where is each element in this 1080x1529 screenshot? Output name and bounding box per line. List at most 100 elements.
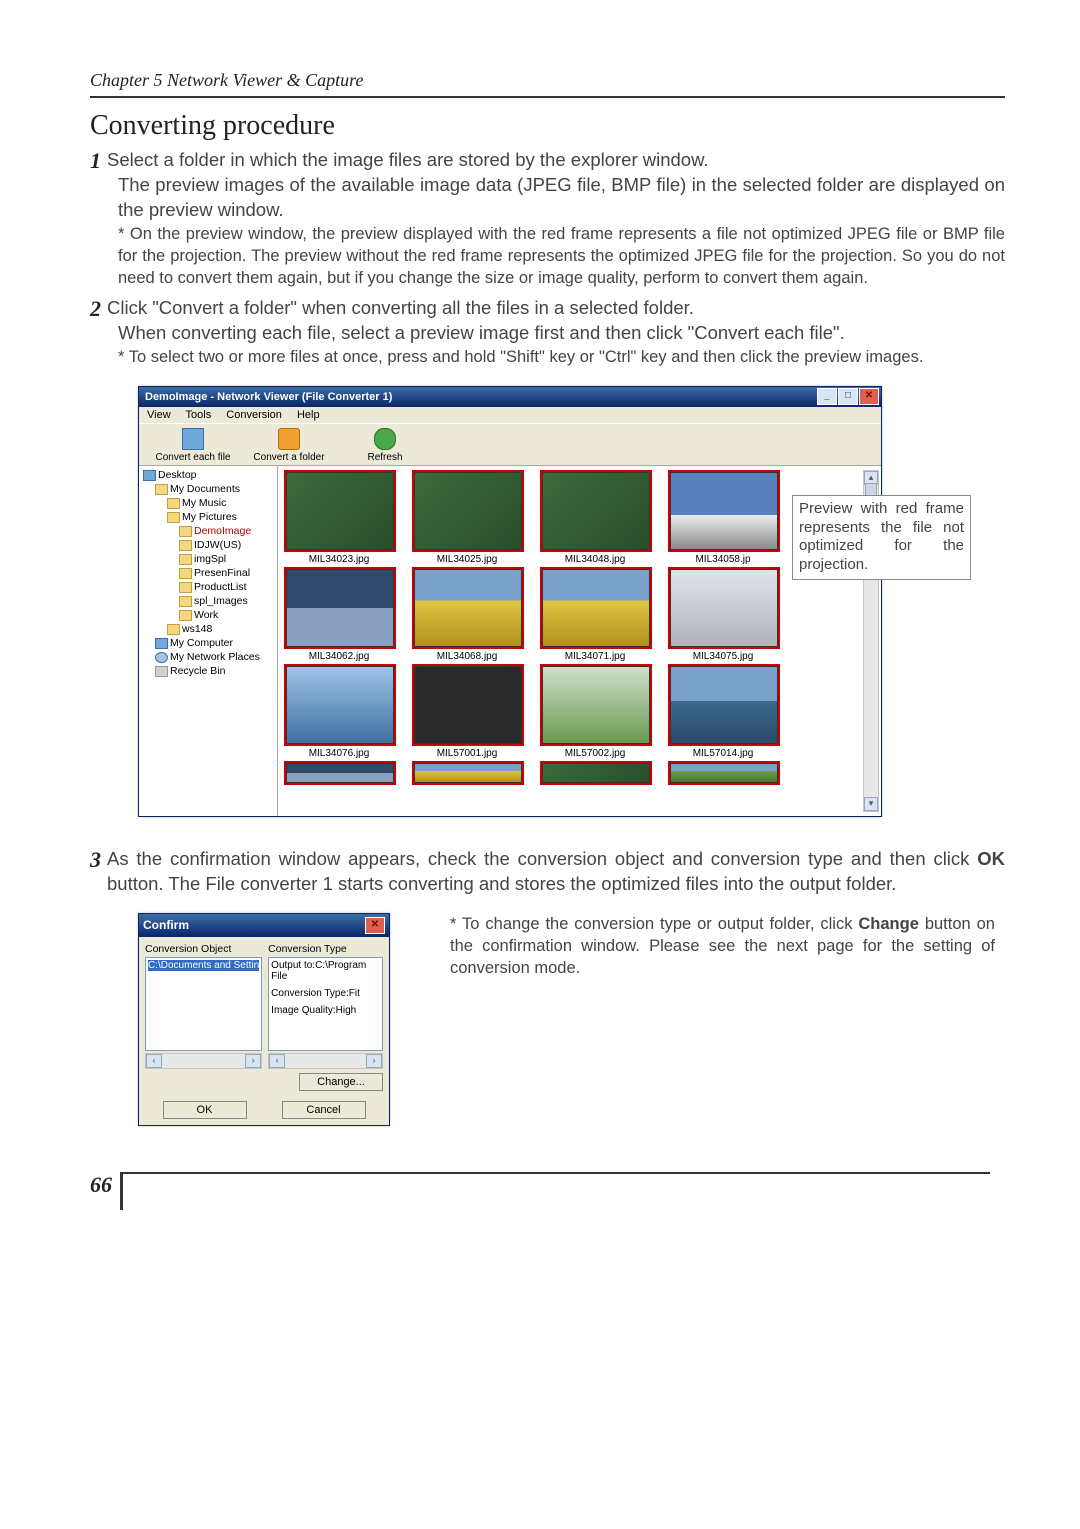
type-hscroll[interactable]: ‹› <box>268 1053 383 1069</box>
thumb-cut-3[interactable] <box>542 763 648 787</box>
tree-node[interactable]: Recycle Bin <box>139 664 277 678</box>
scroll-down-button[interactable]: ▾ <box>864 797 878 811</box>
thumbnail-panel[interactable]: MIL34023.jpgMIL34025.jpgMIL34048.jpgMIL3… <box>278 466 881 816</box>
conversion-object-value: C:\Documents and Settin <box>148 960 259 971</box>
thumb-row: MIL34062.jpgMIL34068.jpg MIL34071.jpg MIL3… <box>286 569 873 662</box>
thumbnail[interactable]: MIL57002.jpg <box>542 666 648 759</box>
tree-node[interactable]: imgSpl <box>139 552 277 566</box>
confirm-region: Confirm ✕ Conversion Object C:\Documents… <box>90 913 1005 1126</box>
tree-node[interactable]: spl_Images <box>139 594 277 608</box>
thumbnail-image <box>414 569 522 647</box>
step-1-note: * On the preview window, the preview dis… <box>118 223 1005 290</box>
tree-node[interactable]: Work <box>139 608 277 622</box>
obj-hscroll[interactable]: ‹› <box>145 1053 262 1069</box>
thumbnail[interactable]: MIL34076.jpg <box>286 666 392 759</box>
tool-refresh[interactable]: Refresh <box>337 428 433 463</box>
thumbnail-filename: MIL34071.jpg <box>542 651 648 662</box>
tree-node[interactable]: My Music <box>139 496 277 510</box>
thumb-cut-2[interactable] <box>414 763 520 787</box>
tree-node[interactable]: DemoImage <box>139 524 277 538</box>
ok-bold: OK <box>977 848 1005 869</box>
thumbnail-image <box>542 472 650 550</box>
tree-node-label: My Music <box>182 497 226 509</box>
type-conv: Conversion Type:Fit <box>271 988 380 999</box>
tree-node-label: PresenFinal <box>194 567 250 579</box>
step-3-number: 3 <box>90 849 101 871</box>
page-number-region: 66 <box>90 1172 1005 1198</box>
confirm-titlebar[interactable]: Confirm ✕ <box>139 914 389 937</box>
cancel-button[interactable]: Cancel <box>282 1101 366 1119</box>
conversion-object-box[interactable]: C:\Documents and Settin <box>145 957 262 1051</box>
convert-a-folder-icon <box>278 428 300 450</box>
thumbnail[interactable]: MIL57014.jpg <box>670 666 776 759</box>
tree-node[interactable]: My Documents <box>139 482 277 496</box>
type-output: Output to:C:\Program File <box>271 960 380 982</box>
tree-node[interactable]: PresenFinal <box>139 566 277 580</box>
tool-label: Convert a folder <box>241 452 337 463</box>
step-1-number: 1 <box>90 150 101 172</box>
tree-node[interactable]: ProductList <box>139 580 277 594</box>
tool-convert-a-folder[interactable]: Convert a folder <box>241 428 337 463</box>
tree-node-label: imgSpl <box>194 553 226 565</box>
thumbnail[interactable]: MIL34025.jpg <box>414 472 520 565</box>
thumbnail-filename: MIL34075.jpg <box>670 651 776 662</box>
tool-convert-each-file[interactable]: Convert each file <box>145 428 241 463</box>
folder-tree[interactable]: DesktopMy DocumentsMy MusicMy PicturesDe… <box>139 466 278 816</box>
menu-tools[interactable]: Tools <box>186 409 212 421</box>
tree-node[interactable]: Desktop <box>139 468 277 482</box>
thumb-cut-4[interactable] <box>670 763 776 787</box>
change-bold: Change <box>858 915 919 933</box>
minimize-button[interactable]: _ <box>817 388 837 405</box>
thumbnail[interactable]: MIL34071.jpg <box>542 569 648 662</box>
menu-help[interactable]: Help <box>297 409 320 421</box>
thumbnail-filename: MIL34058.jp <box>670 554 776 565</box>
step-2-number: 2 <box>90 298 101 320</box>
conversion-type-label: Conversion Type <box>268 943 383 955</box>
thumbnail[interactable]: MIL34048.jpg <box>542 472 648 565</box>
confirm-dialog: Confirm ✕ Conversion Object C:\Documents… <box>138 913 390 1126</box>
ok-button[interactable]: OK <box>163 1101 247 1119</box>
thumbnail[interactable]: MIL34075.jpg <box>670 569 776 662</box>
conversion-type-box[interactable]: Output to:C:\Program File Conversion Typ… <box>268 957 383 1051</box>
titlebar[interactable]: DemoImage - Network Viewer (File Convert… <box>139 387 881 407</box>
close-button[interactable]: ✕ <box>859 388 879 405</box>
computer-icon <box>143 470 156 481</box>
thumbnail[interactable]: MIL34058.jp <box>670 472 776 565</box>
tree-node[interactable]: My Network Places <box>139 650 277 664</box>
thumb-cut-1[interactable] <box>286 763 392 787</box>
thumb-row-cut <box>286 763 873 787</box>
folder-icon <box>179 540 192 551</box>
section-title: Converting procedure <box>90 110 1005 142</box>
tree-node[interactable]: My Pictures <box>139 510 277 524</box>
step-2-intro: Click "Convert a folder" when converting… <box>107 296 1005 321</box>
step-1: 1 Select a folder in which the image fil… <box>90 148 1005 173</box>
step-3-note-pre: * To change the conversion type or outpu… <box>450 915 858 933</box>
step-2-note: * To select two or more files at once, p… <box>118 346 1005 368</box>
tree-node[interactable]: IDJW(US) <box>139 538 277 552</box>
thumbnail[interactable]: MIL34062.jpg <box>286 569 392 662</box>
tree-node-label: IDJW(US) <box>194 539 241 551</box>
confirm-title-text: Confirm <box>143 918 189 932</box>
page-number: 66 <box>90 1172 112 1197</box>
thumbnail-filename: MIL57001.jpg <box>414 748 520 759</box>
thumbnail-filename: MIL34025.jpg <box>414 554 520 565</box>
menu-view[interactable]: View <box>147 409 171 421</box>
step-3-note: * To change the conversion type or outpu… <box>450 913 995 980</box>
folder-icon <box>179 568 192 579</box>
thumbnail[interactable]: MIL57001.jpg <box>414 666 520 759</box>
thumbnail-image <box>286 666 394 744</box>
thumbnail[interactable]: MIL34023.jpg <box>286 472 392 565</box>
thumbnail[interactable]: MIL34068.jpg <box>414 569 520 662</box>
tool-label: Refresh <box>337 452 433 463</box>
menu-conversion[interactable]: Conversion <box>226 409 282 421</box>
change-button[interactable]: Change... <box>299 1073 383 1091</box>
thumb-row: MIL34023.jpg MIL34025.jpg MIL34048.jpg MIL3… <box>286 472 873 565</box>
tree-node[interactable]: My Computer <box>139 636 277 650</box>
maximize-button[interactable]: □ <box>838 388 858 405</box>
type-qual: Image Quality:High <box>271 1005 380 1016</box>
convert-each-file-icon <box>182 428 204 450</box>
tree-node[interactable]: ws148 <box>139 622 277 636</box>
thumbnail-image <box>670 666 778 744</box>
step-1-para: The preview images of the available imag… <box>118 173 1005 223</box>
confirm-close-button[interactable]: ✕ <box>365 917 385 934</box>
